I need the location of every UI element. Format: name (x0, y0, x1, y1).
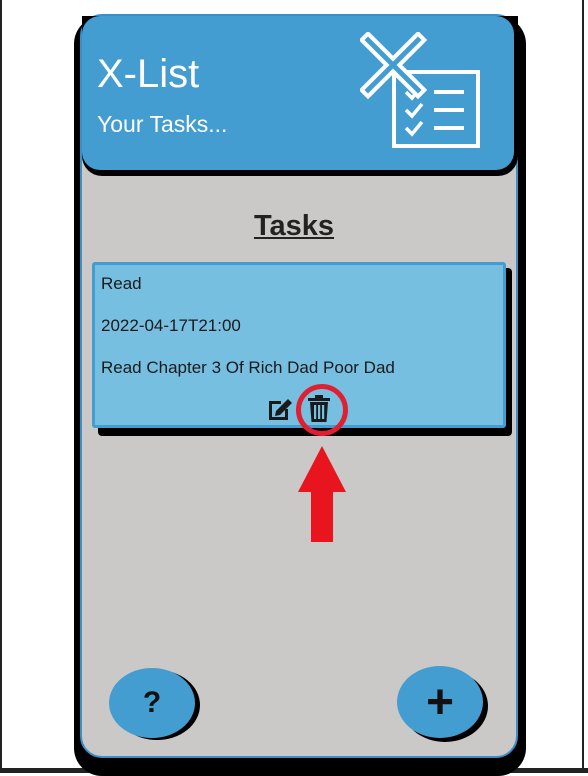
app-title: X-List (97, 52, 200, 96)
checklist-with-x-icon (360, 32, 480, 148)
tasks-heading: Tasks (253, 210, 335, 242)
highlight-circle (296, 384, 348, 436)
arrow-up-icon (298, 446, 346, 542)
app-subtitle: Your Tasks... (97, 111, 228, 137)
task-title: Read (101, 274, 142, 293)
screen-edge-left (0, 0, 2, 773)
task-datetime: 2022-04-17T21:00 (101, 316, 241, 335)
task-description: Read Chapter 3 Of Rich Dad Poor Dad (101, 358, 395, 377)
add-task-button[interactable]: + (397, 666, 483, 738)
help-button[interactable]: ? (109, 668, 195, 738)
screen-edge-right (582, 0, 588, 773)
edit-icon[interactable] (266, 396, 294, 422)
